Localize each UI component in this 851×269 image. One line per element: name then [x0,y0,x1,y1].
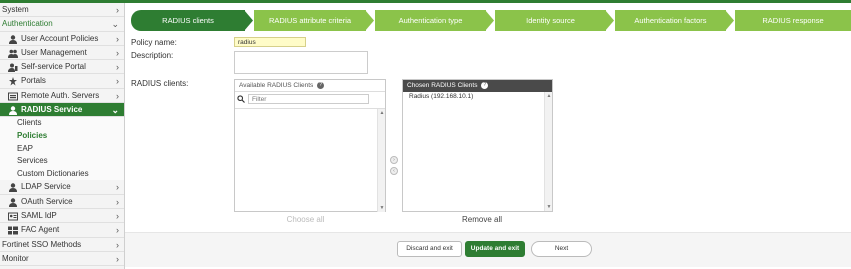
chevron-right-icon: › [116,210,119,221]
step-radius-attribute-criteria[interactable]: RADIUS attribute criteria [254,10,374,31]
chosen-clients-list[interactable]: Radius (192.168.10.1) ▲ ▼ [403,92,552,211]
sidebar-item-portals[interactable]: Portals › [0,74,124,89]
scroll-up-icon[interactable]: ▲ [378,109,386,117]
chevron-right-icon: › [116,182,119,193]
search-icon [237,95,245,105]
info-icon[interactable]: ? [481,81,489,89]
step-authentication-factors[interactable]: Authentication factors [615,10,734,31]
move-left-icon[interactable]: ‹ [390,167,398,175]
agent-grid-icon [8,226,18,235]
sidebar-subitem-clients[interactable]: Clients [0,117,124,130]
chevron-down-icon: ⌄ [111,105,119,116]
chevron-right-icon: › [116,225,119,236]
chosen-clients-panel: Chosen RADIUS Clients ? Radius (192.168.… [402,79,553,212]
chevron-right-icon: › [116,253,119,264]
available-clients-panel: Available RADIUS Clients ? ▲ ▼ [234,79,386,212]
sidebar-item-remote-auth-servers[interactable]: Remote Auth. Servers › [0,89,124,104]
remove-all-button[interactable]: Remove all [402,215,562,224]
sidebar-subitem-custom-dictionaries[interactable]: Custom Dictionaries [0,167,124,181]
sidebar-item-user-management[interactable]: User Management › [0,46,124,61]
sidebar-subitem-services[interactable]: Services [0,155,124,168]
sidebar-subitem-eap[interactable]: EAP [0,142,124,156]
user-edit-icon [8,63,18,73]
scroll-up-icon[interactable]: ▲ [545,92,553,100]
portal-icon [8,77,18,86]
chevron-right-icon: › [116,33,119,44]
top-accent-bar [0,0,851,3]
description-label: Description: [131,51,174,60]
update-and-exit-button[interactable]: Update and exit [465,241,525,257]
step-radius-response[interactable]: RADIUS response [735,10,851,31]
sidebar-item-fac-agent[interactable]: FAC Agent › [0,223,124,238]
description-textarea[interactable] [234,51,368,74]
sidebar-subitem-policies[interactable]: Policies [0,129,124,143]
sidebar-item-saml-idp[interactable]: SAML IdP › [0,209,124,224]
server-icon [8,92,18,101]
footer-bar: Discard and exit Update and exit Next [125,232,851,267]
scroll-down-icon[interactable]: ▼ [378,204,386,212]
sidebar-item-user-account-policies[interactable]: User Account Policies › [0,32,124,46]
list-item[interactable]: Radius (192.168.10.1) [403,92,552,101]
sidebar-item-self-service-portal[interactable]: Self-service Portal › [0,60,124,75]
user-icon [8,183,18,193]
filter-input[interactable] [248,94,369,104]
step-authentication-type[interactable]: Authentication type [375,10,494,31]
sidebar-item-monitor[interactable]: Monitor › [0,252,124,267]
available-clients-header: Available RADIUS Clients ? [235,80,385,92]
sidebar-item-system[interactable]: System › [0,3,124,18]
choose-all-button[interactable]: Choose all [234,215,377,224]
step-radius-clients[interactable]: RADIUS clients [131,10,253,31]
chevron-right-icon: › [116,62,119,73]
chosen-list-scrollbar[interactable]: ▲ ▼ [544,92,552,211]
id-card-icon [8,212,18,221]
available-clients-list[interactable]: ▲ ▼ [235,108,385,212]
sidebar-item-ldap-service[interactable]: LDAP Service › [0,180,124,195]
discard-and-exit-button[interactable]: Discard and exit [397,241,462,257]
chevron-right-icon: › [116,90,119,101]
filter-row [235,92,385,107]
chevron-right-icon: › [116,47,119,58]
user-icon [8,106,18,116]
chosen-clients-header: Chosen RADIUS Clients ? [403,80,552,92]
sidebar-item-fortinet-sso-methods[interactable]: Fortinet SSO Methods › [0,238,124,252]
sidebar-item-oauth-service[interactable]: OAuth Service › [0,195,124,209]
next-button[interactable]: Next [531,241,592,257]
user-icon [8,34,18,44]
sidebar: System › Authentication ⌄ User Account P… [0,3,125,269]
sidebar-item-radius-service[interactable]: RADIUS Service ⌄ [0,103,124,118]
users-icon [8,49,18,58]
info-icon[interactable]: ? [317,81,325,89]
sidebar-item-authentication[interactable]: Authentication ⌄ [0,17,124,32]
step-identity-source[interactable]: Identity source [495,10,614,31]
policy-name-input[interactable] [234,37,306,47]
user-icon [8,197,18,207]
chevron-right-icon: › [116,196,119,207]
radius-clients-label: RADIUS clients: [131,79,189,88]
available-list-scrollbar[interactable]: ▲ ▼ [377,109,385,212]
move-right-icon[interactable]: › [390,156,398,164]
policy-name-label: Policy name: [131,38,177,47]
wizard-steps: RADIUS clients RADIUS attribute criteria… [131,10,851,31]
chevron-down-icon: ⌄ [111,19,119,30]
chevron-right-icon: › [116,239,119,250]
chevron-right-icon: › [116,5,119,15]
scroll-down-icon[interactable]: ▼ [545,203,553,211]
chevron-right-icon: › [116,76,119,87]
